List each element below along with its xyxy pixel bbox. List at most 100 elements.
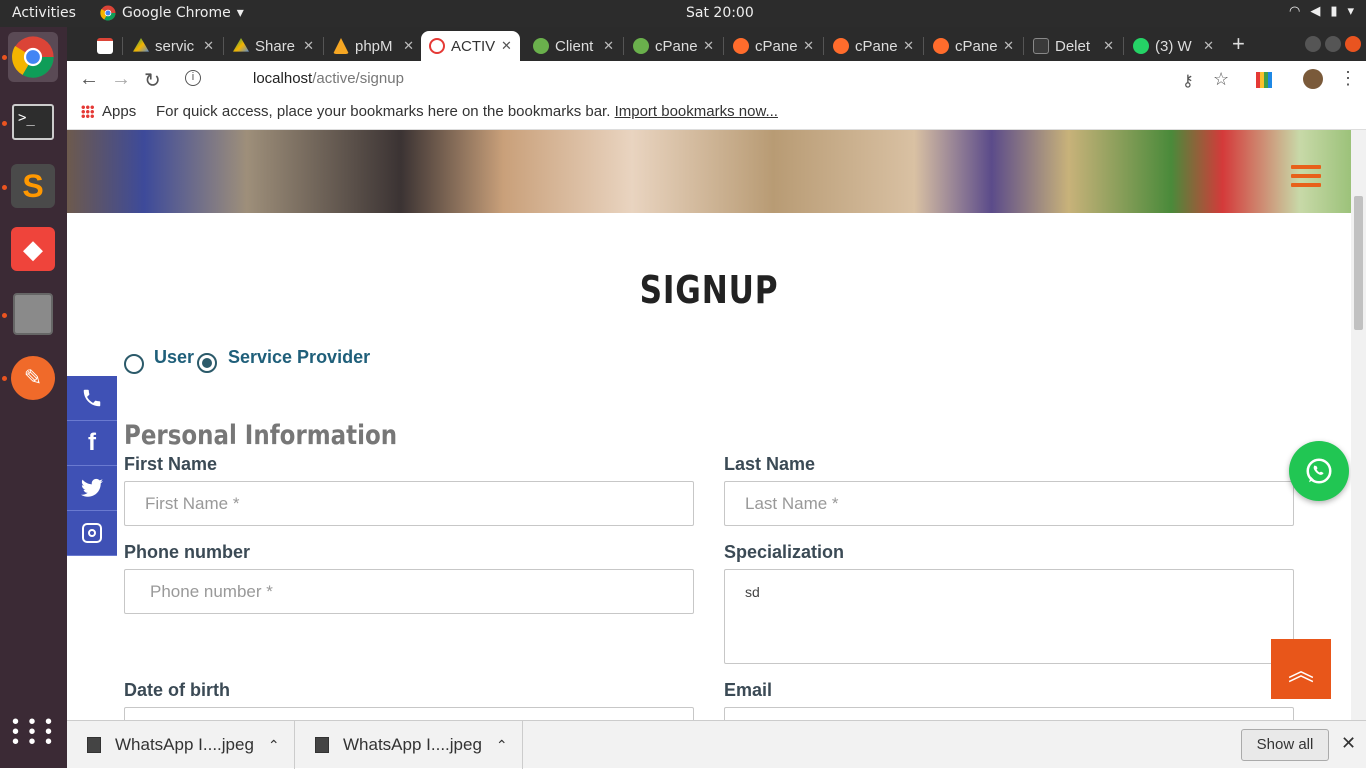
close-icon[interactable]: ✕: [803, 38, 814, 54]
tab-gmail[interactable]: [89, 31, 119, 61]
tab-item[interactable]: Client ✕: [525, 31, 622, 61]
chevron-up-icon[interactable]: ⌃: [496, 737, 508, 754]
maximize-button[interactable]: [1325, 36, 1341, 52]
avatar[interactable]: [1303, 69, 1323, 89]
hamburger-menu-icon[interactable]: [1291, 165, 1321, 187]
dock-chrome[interactable]: [8, 32, 58, 82]
system-tray[interactable]: ◠ ◀ ▮ ▾: [1289, 4, 1354, 19]
phone-field[interactable]: [124, 569, 694, 614]
specialization-field[interactable]: [724, 569, 1294, 664]
url-host: localhost: [253, 70, 313, 87]
bookmarks-hint: For quick access, place your bookmarks h…: [156, 103, 778, 120]
dock-postman[interactable]: ✎: [8, 353, 58, 403]
tab-item[interactable]: cPane ✕: [625, 31, 722, 61]
show-applications-button[interactable]: • • • • • • • • •: [8, 707, 58, 757]
email-field[interactable]: [724, 707, 1294, 720]
close-icon[interactable]: ✕: [1003, 38, 1014, 54]
dock-sublime[interactable]: S: [8, 161, 58, 211]
dock-anydesk[interactable]: ◆: [8, 224, 58, 274]
close-window-button[interactable]: [1345, 36, 1361, 52]
radio-user-label[interactable]: User: [154, 347, 194, 368]
page-scrollbar[interactable]: [1351, 130, 1366, 720]
key-icon[interactable]: ⚷: [1182, 71, 1194, 91]
close-icon[interactable]: ✕: [603, 38, 614, 54]
page-title: SIGNUP: [639, 268, 779, 312]
radio-service-provider-label[interactable]: Service Provider: [228, 347, 370, 368]
minimize-button[interactable]: [1305, 36, 1321, 52]
google-drive-icon: [133, 38, 149, 52]
download-item[interactable]: WhatsApp I....jpeg ⌃: [295, 721, 523, 769]
apps-shortcut[interactable]: Apps: [81, 103, 136, 120]
clock[interactable]: Sat 20:00: [686, 5, 754, 21]
dock: >_ S ◆ ✎ • • • • • • • • •: [0, 27, 67, 768]
tab-item[interactable]: cPane ✕: [725, 31, 822, 61]
section-title: Personal Information: [124, 420, 398, 451]
reload-icon[interactable]: ↻: [144, 68, 161, 93]
browser-toolbar: ← → ↻ i localhost/active/signup ⚷ ☆ ⋮: [67, 61, 1366, 97]
twitter-button[interactable]: [67, 466, 117, 511]
close-icon[interactable]: ✕: [1203, 38, 1214, 54]
close-icon[interactable]: ✕: [1341, 733, 1356, 754]
show-all-button[interactable]: Show all: [1241, 729, 1329, 761]
back-arrow-icon[interactable]: ←: [79, 68, 99, 91]
instagram-button[interactable]: [67, 511, 117, 556]
sublime-text-icon: S: [11, 164, 55, 208]
info-icon[interactable]: i: [185, 70, 201, 86]
dock-files[interactable]: [8, 289, 58, 339]
facebook-button[interactable]: f: [67, 421, 117, 466]
app-menu[interactable]: Google Chrome ▾: [100, 5, 244, 21]
radio-service-provider[interactable]: [197, 353, 217, 373]
close-icon[interactable]: ✕: [403, 38, 414, 54]
close-icon[interactable]: ✕: [303, 38, 314, 54]
download-item[interactable]: WhatsApp I....jpeg ⌃: [67, 721, 295, 769]
address-bar[interactable]: localhost/active/signup: [253, 70, 404, 87]
cpanel-orange-icon: [733, 38, 749, 54]
tab-item[interactable]: cPane ✕: [825, 31, 922, 61]
facebook-icon: f: [88, 429, 96, 456]
tab-item[interactable]: cPane ✕: [925, 31, 1022, 61]
close-icon[interactable]: ✕: [903, 38, 914, 54]
dob-label: Date of birth: [124, 680, 230, 700]
tab-item[interactable]: (3) W ✕: [1125, 31, 1222, 61]
chevron-up-icon[interactable]: ⌃: [268, 737, 280, 754]
tab-item[interactable]: phpM ✕: [325, 31, 422, 61]
phone-label: Phone number: [124, 542, 251, 562]
close-icon[interactable]: ✕: [703, 38, 714, 54]
dob-field[interactable]: [124, 707, 694, 720]
whatsapp-chat-button[interactable]: [1289, 441, 1349, 501]
activities-button[interactable]: Activities: [12, 5, 76, 21]
phone-button[interactable]: [67, 376, 117, 421]
whatsapp-icon: [1133, 38, 1149, 54]
dock-terminal[interactable]: >_: [8, 97, 58, 147]
twitter-icon: [81, 478, 103, 497]
tab-item[interactable]: Share ✕: [225, 31, 322, 61]
url-path: /active/signup: [312, 70, 404, 87]
close-icon[interactable]: ✕: [203, 38, 214, 54]
bookmarks-bar: Apps For quick access, place your bookma…: [67, 97, 1366, 130]
scrollbar-thumb[interactable]: [1354, 196, 1363, 330]
import-bookmarks-link[interactable]: Import bookmarks now...: [615, 103, 778, 120]
close-icon[interactable]: ✕: [501, 38, 512, 54]
tab-item[interactable]: Delet ✕: [1025, 31, 1122, 61]
back-to-top-button[interactable]: ︽: [1271, 639, 1331, 699]
app-grid-icon: • • • • • • • • •: [11, 711, 55, 753]
kebab-menu-icon[interactable]: ⋮: [1339, 68, 1357, 89]
close-icon[interactable]: ✕: [1103, 38, 1114, 54]
hero-image: [67, 130, 1351, 213]
file-cabinet-icon: [13, 293, 53, 335]
tab-item[interactable]: servic ✕: [125, 31, 222, 61]
page-viewport: SIGNUP User Service Provider Personal In…: [67, 130, 1351, 720]
last-name-field[interactable]: [724, 481, 1294, 526]
app-name: Google Chrome: [122, 5, 231, 21]
chevron-down-icon: ▾: [1347, 4, 1354, 19]
extension-icon[interactable]: [1256, 72, 1272, 88]
new-tab-button[interactable]: +: [1232, 31, 1245, 57]
chrome-icon: [100, 5, 116, 21]
tab-item-active[interactable]: ACTIV ✕: [421, 31, 520, 61]
first-name-field[interactable]: [124, 481, 694, 526]
radio-user[interactable]: [124, 354, 144, 374]
star-icon[interactable]: ☆: [1213, 69, 1229, 90]
running-indicator: [2, 376, 7, 381]
forward-arrow-icon[interactable]: →: [111, 68, 131, 91]
apps-grid-icon: [81, 105, 94, 118]
